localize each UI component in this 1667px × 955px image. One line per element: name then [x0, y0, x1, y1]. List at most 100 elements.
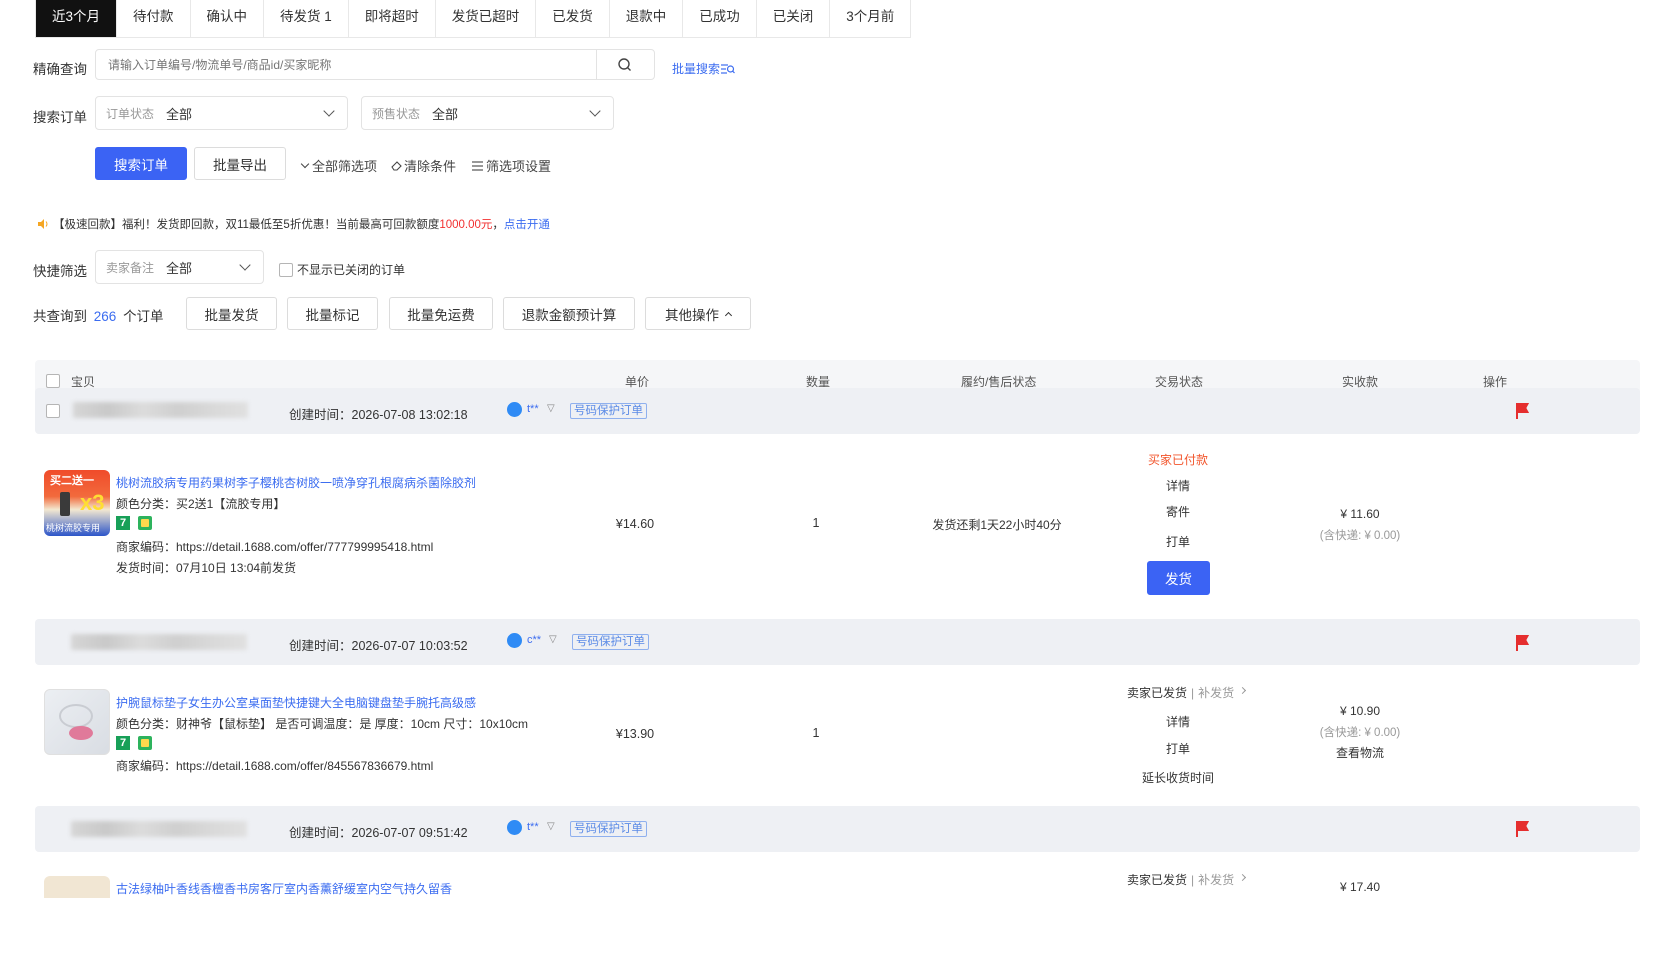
product-image[interactable]: [44, 876, 110, 898]
tab-8[interactable]: 已成功: [683, 0, 757, 37]
other-actions-label: 其他操作: [665, 307, 719, 323]
print-waybill-link[interactable]: 打单: [1148, 740, 1208, 757]
hide-closed-option[interactable]: 不显示已关闭的订单: [279, 261, 405, 278]
tab-4[interactable]: 即将超时: [349, 0, 436, 37]
flag-icon[interactable]: [1515, 821, 1529, 837]
presale-status-label: 预售状态: [372, 106, 421, 121]
resend-link[interactable]: 补发货: [1198, 684, 1234, 701]
search-divider: [596, 50, 597, 79]
clear-conditions-label: 清除条件: [404, 159, 457, 174]
tab-3[interactable]: 待发货 1: [264, 0, 349, 37]
menu-icon: [472, 160, 483, 171]
extend-receipt-link[interactable]: 延长收货时间: [1128, 769, 1228, 786]
order-header: 创建时间：2026-07-07 09:51:42 t** ▽ 号码保护订单: [35, 806, 1640, 852]
filter-settings-button[interactable]: 筛选项设置: [471, 156, 551, 175]
notice-open-link[interactable]: 点击开通: [504, 216, 550, 232]
seven-day-return-icon: 7: [116, 516, 130, 530]
chat-icon[interactable]: [507, 820, 522, 835]
buyer-nick[interactable]: c**: [527, 634, 541, 646]
detail-link[interactable]: 详情: [1148, 713, 1208, 730]
summary-prefix: 共查询到: [33, 309, 87, 324]
tab-0[interactable]: 近3个月: [36, 0, 118, 37]
result-summary: 共查询到 266 个订单: [33, 305, 164, 325]
paid-amount: ¥ 11.60: [1340, 507, 1380, 521]
quantity: 1: [812, 516, 820, 530]
order-header: 创建时间：2026-07-07 10:03:52 c** ▽ 号码保护订单: [35, 619, 1640, 665]
send-parcel-link[interactable]: 寄件: [1148, 503, 1208, 520]
chat-icon[interactable]: [507, 402, 522, 417]
resend-link[interactable]: 补发货: [1198, 871, 1234, 888]
filter-settings-label: 筛选项设置: [486, 159, 552, 174]
all-filters-toggle[interactable]: 全部筛选项: [300, 156, 377, 175]
wrist-rest-shape: [69, 726, 93, 740]
number-protect-tag: 号码保护订单: [570, 821, 647, 837]
order-checkbox[interactable]: [46, 404, 60, 418]
all-filters-label: 全部筛选项: [312, 159, 378, 174]
print-waybill-link[interactable]: 打单: [1148, 533, 1208, 550]
product-attr: 颜色分类：财神爷【鼠标垫】 是否可调温度：是 厚度：10cm 尺寸：10x10c…: [116, 717, 529, 731]
ship-deadline: 发货时间：07月10日 13:04前发货: [116, 561, 297, 575]
detail-link[interactable]: 详情: [1148, 477, 1208, 494]
tab-6[interactable]: 已发货: [536, 0, 610, 37]
notice-comma: ，: [492, 219, 504, 231]
image-x3-text: x3: [80, 490, 105, 515]
image-promo-text: 买二送一: [50, 475, 94, 487]
filter-icon[interactable]: ▽: [547, 403, 555, 414]
tab-5[interactable]: 发货已超时: [436, 0, 537, 37]
chevron-down-icon: [323, 105, 335, 117]
batch-search-link[interactable]: 批量搜索: [672, 60, 735, 77]
unit-price: ¥14.60: [615, 517, 655, 531]
created-time: 创建时间：2026-07-07 10:03:52: [289, 639, 468, 653]
product-image[interactable]: [44, 689, 110, 755]
search-order-button[interactable]: 搜索订单: [95, 147, 187, 180]
created-time: 创建时间：2026-07-08 13:02:18: [289, 408, 468, 422]
batch-mark-button[interactable]: 批量标记: [287, 297, 378, 330]
chevron-down-icon: [239, 259, 251, 271]
tab-10[interactable]: 3个月前: [830, 0, 910, 37]
filter-icon[interactable]: ▽: [547, 821, 555, 832]
batch-free-shipping-button[interactable]: 批量免运费: [389, 297, 493, 330]
blurred-order-id: [73, 402, 248, 418]
refund-estimate-button[interactable]: 退款金额预计算: [503, 297, 635, 330]
buyer-nick[interactable]: t**: [527, 821, 539, 833]
seller-remark-select[interactable]: 卖家备注 全部: [95, 250, 264, 284]
shipping-fee: (含快递: ¥ 0.00): [1319, 530, 1401, 542]
presale-status-select[interactable]: 预售状态 全部: [361, 96, 614, 130]
chevron-down-icon: [300, 159, 310, 169]
hide-closed-label: 不显示已关闭的订单: [297, 263, 406, 277]
list-search-icon: [721, 63, 735, 74]
chat-icon[interactable]: [507, 633, 522, 648]
select-all-checkbox[interactable]: [46, 374, 60, 388]
order-tabs: 近3个月 待付款 确认中 待发货 1 即将超时 发货已超时 已发货 退款中 已成功 已关闭 3个月前: [35, 0, 912, 38]
other-actions-button[interactable]: 其他操作: [645, 297, 751, 330]
tab-9[interactable]: 已关闭: [757, 0, 831, 37]
search-icon[interactable]: [616, 56, 634, 74]
tab-1[interactable]: 待付款: [117, 0, 191, 37]
paid-amount: ¥ 17.40: [1339, 880, 1381, 894]
search-box: [95, 49, 655, 80]
hide-closed-checkbox[interactable]: [279, 262, 293, 277]
order-status-label: 订单状态: [106, 106, 155, 121]
tab-2[interactable]: 确认中: [191, 0, 265, 37]
tab-7[interactable]: 退款中: [610, 0, 684, 37]
flag-icon[interactable]: [1515, 403, 1529, 419]
search-input[interactable]: [96, 50, 596, 79]
buyer-nick[interactable]: t**: [527, 403, 539, 415]
batch-ship-button[interactable]: 批量发货: [186, 297, 277, 330]
clear-conditions-button[interactable]: 清除条件: [390, 156, 456, 175]
filter-icon[interactable]: ▽: [549, 634, 557, 645]
product-image[interactable]: 买二送一 x3 桃树流胶专用: [44, 470, 110, 536]
product-title[interactable]: 古法绿柚叶香线香檀香书房客厅室内香薰舒缓室内空气持久留香: [116, 880, 452, 897]
view-logistics-link[interactable]: 查看物流: [1320, 744, 1400, 761]
number-protect-tag: 号码保护订单: [572, 634, 649, 650]
ship-button[interactable]: 发货: [1147, 561, 1210, 595]
trade-status: 卖家已发货: [1127, 686, 1188, 700]
product-title[interactable]: 护腕鼠标垫子女生办公室桌面垫快捷键大全电脑键盘垫手腕托高级感: [116, 694, 476, 711]
ship-countdown: 发货还剩1天22小时40分: [932, 518, 1062, 532]
order-header: 创建时间：2026-07-08 13:02:18 t** ▽ 号码保护订单: [35, 388, 1640, 434]
batch-export-button[interactable]: 批量导出: [194, 147, 286, 180]
order-status-select[interactable]: 订单状态 全部: [95, 96, 348, 130]
product-title[interactable]: 桃树流胶病专用药果树李子樱桃杏树胶一喷净穿孔根腐病杀菌除胶剂: [116, 474, 476, 491]
fast-payment-notice: 【极速回款】福利！发货即回款，双11最低至5折优惠！当前最高可回款额度 1000…: [37, 216, 550, 232]
flag-icon[interactable]: [1515, 635, 1529, 651]
